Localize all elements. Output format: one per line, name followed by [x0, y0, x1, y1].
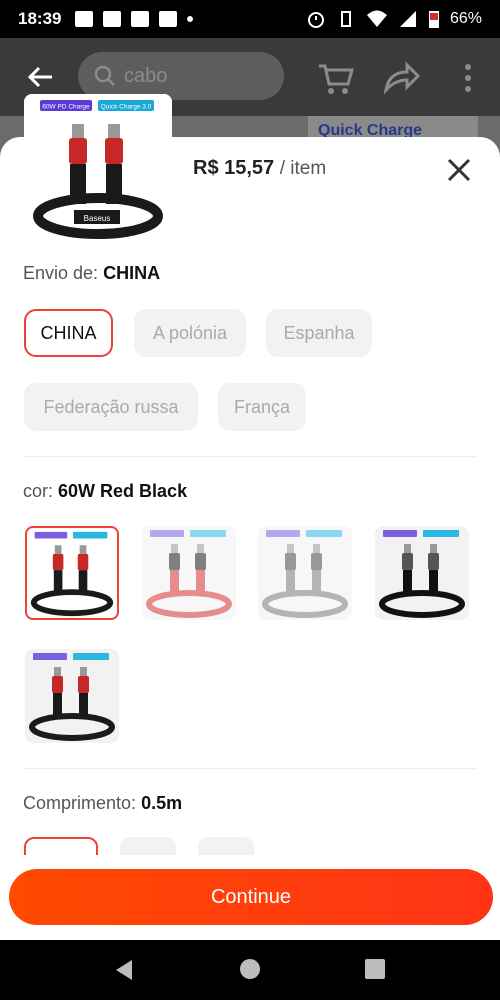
app-icon	[103, 11, 122, 27]
variant-shape	[195, 553, 206, 570]
variant-shape	[313, 544, 320, 553]
length-caption: Comprimento:	[23, 793, 137, 813]
color-variant-tile[interactable]	[375, 526, 469, 620]
continue-button[interactable]: Continue	[9, 869, 493, 925]
color-variant-tile[interactable]	[25, 649, 119, 743]
ship-from-caption: Envio de:	[23, 263, 99, 283]
variant-shape	[311, 553, 322, 570]
variant-shape	[52, 553, 64, 571]
search-icon	[94, 65, 115, 86]
variant-shape	[197, 544, 204, 553]
color-selected: 60W Red Black	[58, 481, 188, 501]
variant-shape	[54, 545, 62, 554]
variant-shape	[33, 653, 67, 660]
vibrate-icon	[340, 11, 351, 27]
thumb-brand: Baseus	[84, 214, 111, 223]
color-label: cor: 60W Red Black	[23, 481, 187, 502]
sku-selector-sheet: R$ 15,57 / item Envio de: CHINA CHINA A …	[0, 137, 500, 940]
android-nav-bar	[0, 940, 500, 1000]
color-variant-tile[interactable]	[258, 526, 352, 620]
variant-shape	[379, 590, 465, 618]
share-icon[interactable]	[381, 58, 421, 98]
back-arrow-icon[interactable]	[24, 60, 58, 94]
variant-shape	[430, 544, 437, 553]
variant-shape	[404, 544, 411, 553]
ship-from-label: Envio de: CHINA	[23, 263, 160, 284]
price-value: R$ 15,57	[193, 157, 275, 179]
variant-shape	[402, 553, 413, 570]
outlook-icon	[131, 11, 150, 27]
notification-icons	[75, 11, 194, 27]
variant-shape	[77, 553, 89, 571]
variant-shape	[34, 531, 68, 539]
system-icons: 66%	[306, 9, 482, 29]
nu-icon	[159, 11, 178, 27]
variant-shape	[306, 530, 342, 537]
variant-shape	[79, 545, 87, 554]
variant-shape	[287, 544, 294, 553]
color-variant-image	[29, 653, 115, 741]
thumb-badge-1: 60W PD Charge	[42, 104, 90, 111]
ship-option-russia[interactable]: Federação russa	[24, 383, 198, 431]
status-bar: 18:39 66%	[0, 0, 500, 38]
ship-option-poland[interactable]: A polónia	[134, 309, 246, 357]
cart-icon[interactable]	[316, 58, 356, 98]
color-variant-image	[379, 530, 465, 618]
battery-percent: 66%	[449, 10, 482, 27]
ship-option-france[interactable]: França	[218, 383, 306, 431]
variant-shape	[80, 667, 87, 676]
color-variant-image	[262, 530, 348, 618]
color-variant-tile[interactable]	[142, 526, 236, 620]
variant-shape	[169, 553, 180, 570]
ship-from-selected: CHINA	[103, 263, 161, 283]
nav-home-icon[interactable]	[239, 958, 261, 980]
search-bar[interactable]: cabo	[78, 52, 284, 100]
wifi-icon	[366, 10, 387, 27]
close-icon[interactable]	[446, 157, 472, 183]
variant-shape	[73, 653, 109, 660]
variant-shape	[29, 713, 115, 741]
search-query: cabo	[124, 64, 168, 87]
variant-shape	[285, 553, 296, 570]
product-cable-image: 60W PD Charge Quick Charge 3.0 Baseus	[24, 94, 172, 242]
variant-shape	[266, 530, 300, 537]
variant-shape	[52, 676, 63, 693]
variant-shape	[30, 589, 114, 617]
more-dot-icon	[187, 16, 194, 22]
color-variant-image	[146, 530, 232, 618]
divider	[23, 456, 477, 457]
length-selected: 0.5m	[141, 793, 183, 813]
thumb-badge-2: Quick Charge 3.0	[101, 104, 152, 111]
ship-option-spain[interactable]: Espanha	[266, 309, 372, 357]
variant-shape	[428, 553, 439, 570]
price-unit: / item	[279, 158, 327, 179]
variant-shape	[150, 530, 184, 537]
ship-option-china[interactable]: CHINA	[24, 309, 113, 357]
product-price: R$ 15,57 / item	[193, 157, 326, 180]
battery-icon	[428, 11, 439, 28]
color-variant-tile[interactable]	[25, 526, 119, 620]
variant-shape	[146, 590, 232, 618]
more-options-icon[interactable]	[448, 58, 488, 98]
signal-icon	[399, 11, 416, 27]
variant-shape	[78, 676, 89, 693]
nav-back-icon[interactable]	[112, 958, 136, 982]
color-caption: cor:	[23, 481, 54, 501]
gallery-icon	[75, 11, 94, 27]
length-label: Comprimento: 0.5m	[23, 793, 182, 814]
variant-shape	[54, 667, 61, 676]
nav-recents-icon[interactable]	[364, 958, 386, 980]
divider	[23, 768, 477, 769]
product-thumbnail: 60W PD Charge Quick Charge 3.0 Baseus	[24, 94, 172, 242]
variant-shape	[171, 544, 178, 553]
variant-shape	[383, 530, 417, 537]
variant-shape	[72, 531, 108, 539]
variant-shape	[423, 530, 459, 537]
variant-shape	[262, 590, 348, 618]
status-time: 18:39	[18, 9, 62, 28]
alarm-icon	[307, 12, 324, 28]
variant-shape	[190, 530, 226, 537]
color-variant-image	[30, 531, 114, 617]
